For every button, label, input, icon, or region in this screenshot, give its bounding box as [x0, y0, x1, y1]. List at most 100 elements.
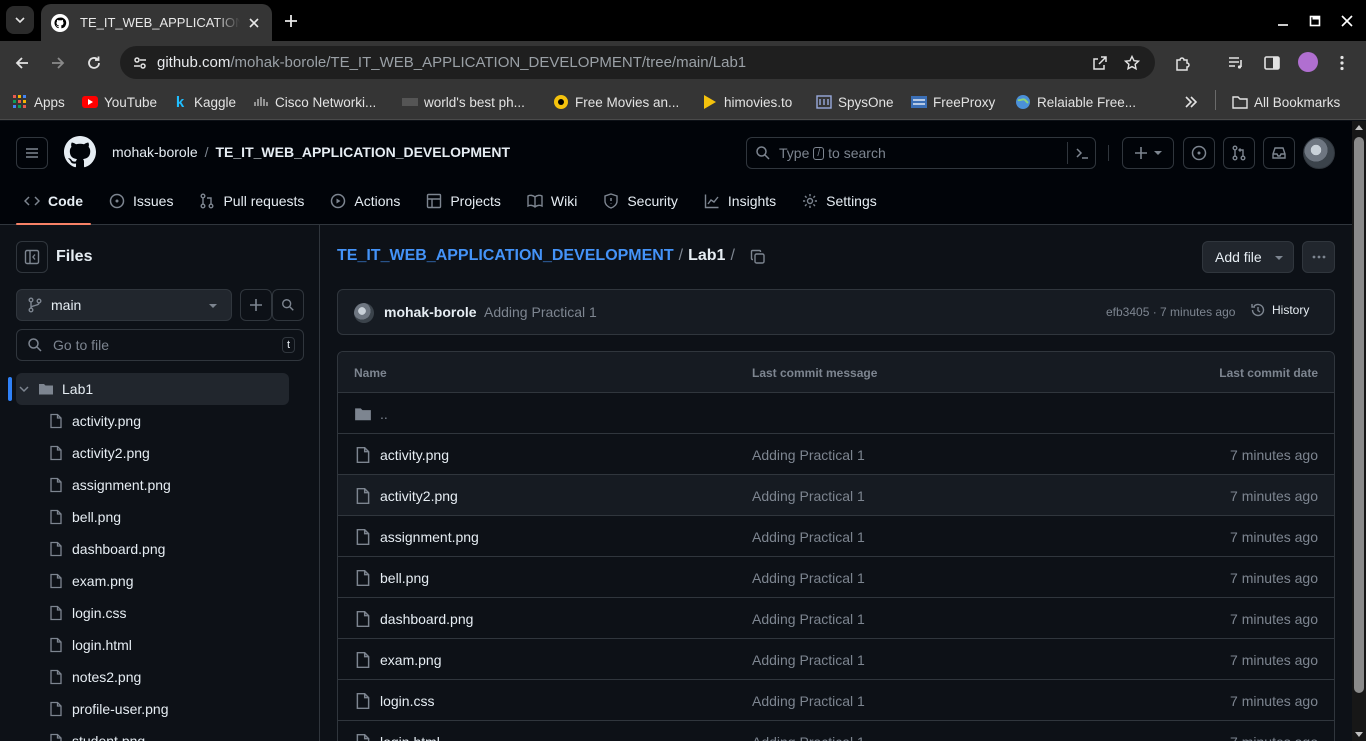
tree-file-item[interactable]: login.css: [8, 597, 312, 629]
user-avatar[interactable]: [1303, 137, 1335, 169]
commit-meta[interactable]: efb3405 · 7 minutes ago: [1106, 305, 1235, 319]
tab-code[interactable]: Code: [16, 185, 91, 225]
extensions-icon[interactable]: [1172, 52, 1194, 74]
profile-avatar[interactable]: [1298, 52, 1318, 72]
page-scrollbar[interactable]: [1352, 121, 1366, 741]
copy-path-button[interactable]: [746, 245, 770, 269]
table-row[interactable]: dashboard.png Adding Practical 1 7 minutes…: [338, 598, 1334, 639]
tab-wiki[interactable]: Wiki: [519, 185, 585, 217]
search-files-button[interactable]: [272, 289, 304, 321]
bookmark-cisco[interactable]: Cisco Networki...: [253, 92, 376, 112]
tree-file-item[interactable]: dashboard.png: [8, 533, 312, 565]
address-bar[interactable]: github.com/mohak-borole/TE_IT_WEB_APPLIC…: [120, 46, 1155, 79]
commit-author-avatar[interactable]: [354, 303, 374, 323]
breadcrumb-repo-link[interactable]: TE_IT_WEB_APPLICATION_DEVELOPMENT: [337, 247, 674, 265]
close-tab-icon[interactable]: [246, 15, 262, 31]
scroll-up-arrow[interactable]: [1355, 125, 1363, 130]
bookmark-free-movies[interactable]: Free Movies an...: [553, 92, 679, 112]
tab-issues[interactable]: Issues: [101, 185, 181, 217]
reload-button[interactable]: [80, 49, 108, 77]
tree-folder-lab1[interactable]: Lab1: [8, 373, 289, 405]
bookmark-youtube[interactable]: YouTube: [82, 92, 157, 112]
file-name-link[interactable]: dashboard.png: [380, 611, 473, 627]
table-row[interactable]: login.css Adding Practical 1 7 minutes ago: [338, 680, 1334, 721]
inbox-button[interactable]: [1263, 137, 1295, 169]
file-name-link[interactable]: activity.png: [380, 447, 449, 463]
commit-author[interactable]: mohak-borole: [384, 304, 477, 320]
bookmark-freeproxy[interactable]: FreeProxy: [911, 92, 995, 112]
owner-link[interactable]: mohak-borole: [112, 144, 198, 160]
commit-message-link[interactable]: Adding Practical 1: [752, 611, 865, 627]
branch-selector[interactable]: main: [16, 289, 232, 321]
scroll-down-arrow[interactable]: [1355, 732, 1363, 737]
table-row[interactable]: activity2.png Adding Practical 1 7 minutes…: [338, 475, 1334, 516]
tree-file-item[interactable]: profile-user.png: [8, 693, 312, 725]
commit-message-link[interactable]: Adding Practical 1: [752, 693, 865, 709]
bookmark-star-icon[interactable]: [1121, 52, 1143, 74]
tree-file-item[interactable]: activity2.png: [8, 437, 312, 469]
bookmark-spysone[interactable]: SpysOne: [816, 92, 894, 112]
tree-file-item[interactable]: activity.png: [8, 405, 312, 437]
repo-link[interactable]: TE_IT_WEB_APPLICATION_DEVELOPMENT: [216, 144, 511, 160]
open-in-app-icon[interactable]: [1089, 52, 1111, 74]
github-logo-icon[interactable]: [64, 136, 96, 168]
go-to-file-input[interactable]: Go to file t: [16, 329, 304, 361]
maximize-button[interactable]: [1299, 0, 1331, 41]
table-row[interactable]: activity.png Adding Practical 1 7 minutes …: [338, 434, 1334, 475]
tree-file-item[interactable]: bell.png: [8, 501, 312, 533]
tab-settings[interactable]: Settings: [794, 185, 885, 217]
collapse-sidebar-button[interactable]: [16, 241, 48, 273]
file-name-link[interactable]: login.css: [380, 693, 434, 709]
history-button[interactable]: History: [1250, 302, 1309, 318]
table-row[interactable]: assignment.png Adding Practical 1 7 minute…: [338, 516, 1334, 557]
table-row[interactable]: login.html Adding Practical 1 7 minutes ag…: [338, 721, 1334, 741]
chrome-menu-icon[interactable]: [1331, 52, 1353, 74]
tree-file-item[interactable]: assignment.png: [8, 469, 312, 501]
tree-file-item[interactable]: exam.png: [8, 565, 312, 597]
url-text[interactable]: github.com/mohak-borole/TE_IT_WEB_APPLIC…: [157, 54, 746, 71]
bookmark-kaggle[interactable]: k Kaggle: [172, 92, 236, 112]
forward-button[interactable]: [44, 49, 72, 77]
file-name-link[interactable]: assignment.png: [380, 529, 479, 545]
media-control-icon[interactable]: [1225, 52, 1247, 74]
all-bookmarks-button[interactable]: All Bookmarks: [1232, 92, 1340, 112]
command-palette-icon[interactable]: [1067, 142, 1089, 164]
close-window-button[interactable]: [1331, 0, 1363, 41]
bookmarks-overflow-button[interactable]: [1184, 92, 1198, 112]
browser-tab[interactable]: TE_IT_WEB_APPLICATION_DEVELOPMENT: [41, 4, 272, 41]
bookmark-himovies[interactable]: himovies.to: [702, 92, 792, 112]
tab-actions[interactable]: Actions: [322, 185, 408, 217]
new-tab-button[interactable]: [280, 10, 302, 32]
commit-message-link[interactable]: Adding Practical 1: [752, 652, 865, 668]
tab-insights[interactable]: Insights: [696, 185, 784, 217]
search-input[interactable]: Type / to search: [746, 137, 1096, 169]
commit-message-link[interactable]: Adding Practical 1: [752, 529, 865, 545]
bookmark-apps[interactable]: Apps: [12, 92, 65, 112]
tab-projects[interactable]: Projects: [418, 185, 509, 217]
commit-message-link[interactable]: Adding Practical 1: [752, 570, 865, 586]
issues-button[interactable]: [1183, 137, 1215, 169]
pull-requests-button[interactable]: [1223, 137, 1255, 169]
table-row[interactable]: bell.png Adding Practical 1 7 minutes ago: [338, 557, 1334, 598]
tree-file-item[interactable]: notes2.png: [8, 661, 312, 693]
back-button[interactable]: [8, 49, 36, 77]
file-name-link[interactable]: activity2.png: [380, 488, 458, 504]
more-options-button[interactable]: [1302, 241, 1335, 273]
file-name-link[interactable]: exam.png: [380, 652, 441, 668]
commit-message[interactable]: Adding Practical 1: [484, 304, 597, 320]
add-file-dropdown[interactable]: Add file: [1202, 241, 1294, 273]
commit-message-link[interactable]: Adding Practical 1: [752, 488, 865, 504]
parent-directory-link[interactable]: ..: [380, 406, 388, 422]
bookmark-reliable-free[interactable]: Relaiable Free...: [1015, 92, 1136, 112]
commit-message-link[interactable]: Adding Practical 1: [752, 447, 865, 463]
commit-message-link[interactable]: Adding Practical 1: [752, 734, 865, 741]
file-name-link[interactable]: bell.png: [380, 570, 429, 586]
table-row[interactable]: exam.png Adding Practical 1 7 minutes ago: [338, 639, 1334, 680]
site-info-icon[interactable]: [128, 51, 152, 75]
bookmark-photos[interactable]: world's best ph...: [402, 92, 525, 112]
tab-security[interactable]: Security: [595, 185, 686, 217]
tab-search-button[interactable]: [6, 6, 34, 34]
minimize-button[interactable]: [1267, 0, 1299, 41]
tree-file-item[interactable]: student.png: [8, 725, 312, 741]
parent-directory-row[interactable]: ..: [338, 393, 1334, 434]
